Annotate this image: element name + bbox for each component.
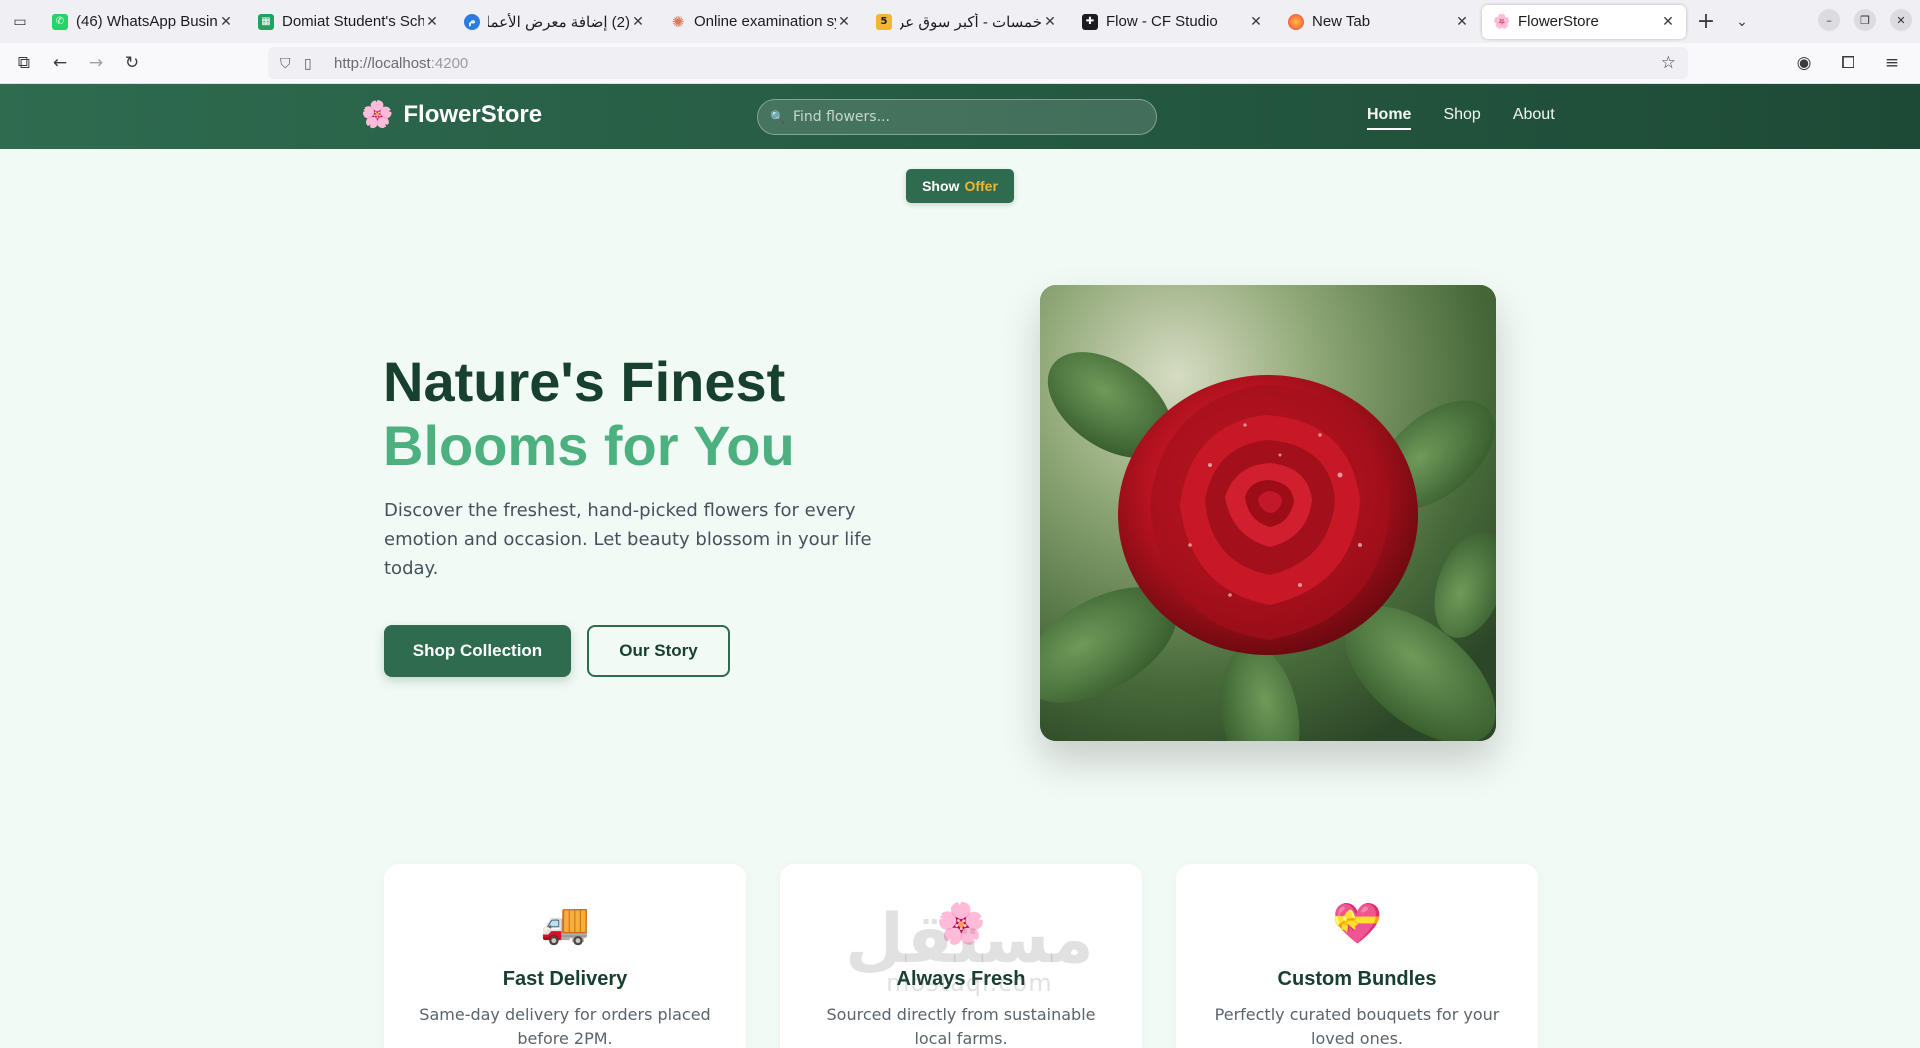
firefox-icon: [1288, 13, 1304, 30]
tab-title: New Tab: [1312, 13, 1371, 30]
url-host: http://localhost: [334, 54, 431, 72]
nav-link-home[interactable]: Home: [1367, 106, 1412, 130]
bookmark-star-icon[interactable]: ☆: [1661, 53, 1676, 73]
search-icon: 🔍: [770, 110, 785, 124]
browser-tab[interactable]: م (2) إضافة معرض الأعمال ✕: [452, 5, 656, 39]
offer-accent-label: Offer: [964, 178, 998, 194]
flower-icon: 🌸: [1493, 13, 1511, 30]
extensions-icon[interactable]: ⧠: [1830, 47, 1866, 79]
feature-description: Perfectly curated bouquets for your love…: [1214, 1005, 1500, 1048]
offer-label: Show: [922, 178, 960, 194]
browser-tab[interactable]: New Tab ✕: [1276, 5, 1480, 39]
tab-title: Flow - CF Studio: [1106, 13, 1218, 30]
close-tab-icon[interactable]: ✕: [218, 14, 234, 30]
tab-list: ✆ (46) WhatsApp Busine ✕ ▦ Domiat Studen…: [40, 0, 1688, 43]
shop-collection-button[interactable]: Shop Collection: [384, 625, 571, 677]
account-icon[interactable]: ◉: [1786, 47, 1822, 79]
rose-illustration: [1040, 285, 1496, 741]
hero-title: Nature's Finest Blooms for You: [383, 350, 795, 478]
minimize-icon[interactable]: –: [1818, 9, 1840, 31]
brand-logo-link[interactable]: 🌸 FlowerStore: [361, 100, 542, 130]
toolbar-right: ◉ ⧠ ≡: [1786, 47, 1910, 79]
hero-title-line2: Blooms for You: [383, 414, 795, 477]
chevron-down-icon[interactable]: ⌄: [1724, 14, 1760, 30]
our-story-button[interactable]: Our Story: [587, 625, 730, 677]
close-tab-icon[interactable]: ✕: [1454, 14, 1470, 30]
window-controls: – ❐ ✕: [1818, 9, 1912, 31]
flower-logo-icon: 🌸: [361, 100, 394, 130]
feature-card: 🌸 Always Fresh Sourced directly from sus…: [780, 864, 1142, 1048]
flower-icon: 🌸: [936, 901, 986, 947]
close-window-icon[interactable]: ✕: [1890, 9, 1912, 31]
browser-tab[interactable]: ✚ Flow - CF Studio ✕: [1070, 5, 1274, 39]
delivery-truck-icon: 🚚: [540, 901, 590, 947]
feature-description: Sourced directly from sustainable local …: [826, 1005, 1096, 1048]
address-bar[interactable]: ⛉ ▯ http://localhost:4200 ☆: [268, 47, 1688, 79]
features-section: 🚚 Fast Delivery Same-day delivery for or…: [384, 864, 1538, 1048]
feature-card: 🚚 Fast Delivery Same-day delivery for or…: [384, 864, 746, 1048]
claude-icon: ✺: [671, 12, 685, 31]
reload-icon[interactable]: ↻: [114, 47, 150, 79]
url-port: :4200: [430, 54, 469, 72]
tab-title: Domiat Student's Sche: [282, 13, 424, 30]
url-text: http://localhost:4200: [334, 55, 468, 72]
khamsat-icon: 5: [876, 13, 892, 30]
whatsapp-icon: ✆: [52, 13, 68, 30]
close-tab-icon[interactable]: ✕: [1248, 14, 1264, 30]
hero-rose-image: [1040, 285, 1496, 741]
sidebar-icon[interactable]: ⧉: [6, 47, 42, 79]
nav-link-about[interactable]: About: [1513, 106, 1555, 130]
new-tab-icon[interactable]: +: [1688, 9, 1724, 34]
tab-title: Online examination sy: [694, 13, 836, 30]
close-tab-icon[interactable]: ✕: [1042, 14, 1058, 30]
menu-icon[interactable]: ≡: [1874, 47, 1910, 79]
search-box[interactable]: 🔍: [757, 99, 1157, 135]
tab-title: FlowerStore: [1518, 13, 1599, 30]
browser-tab[interactable]: ▦ Domiat Student's Sche ✕: [246, 5, 450, 39]
shield-icon[interactable]: ⛉: [280, 55, 304, 72]
mostaql-icon: م: [464, 13, 480, 30]
show-offer-button[interactable]: Show Offer: [906, 169, 1014, 203]
close-tab-icon[interactable]: ✕: [630, 14, 646, 30]
back-icon[interactable]: ←: [42, 47, 78, 79]
nav-link-shop[interactable]: Shop: [1443, 106, 1480, 130]
restore-icon[interactable]: ❐: [1854, 9, 1876, 31]
main-nav: Home Shop About: [1367, 106, 1555, 130]
page-info-icon[interactable]: ▯: [304, 55, 328, 72]
hero-title-line1: Nature's Finest: [383, 350, 786, 413]
feature-card: 💝 Custom Bundles Perfectly curated bouqu…: [1176, 864, 1538, 1048]
tab-title: (46) WhatsApp Busine: [76, 13, 218, 30]
browser-navbar: ⧉ ← → ↻ ⛉ ▯ http://localhost:4200 ☆ ◉ ⧠ …: [0, 43, 1920, 84]
browser-tab[interactable]: 5 خمسات - أكبر سوق عربي ✕: [864, 5, 1068, 39]
brand-name: FlowerStore: [403, 101, 543, 128]
tab-title: خمسات - أكبر سوق عربي: [900, 13, 1042, 31]
close-tab-icon[interactable]: ✕: [1660, 14, 1676, 30]
browser-tab[interactable]: ✆ (46) WhatsApp Busine ✕: [40, 5, 244, 39]
heart-gift-icon: 💝: [1332, 901, 1382, 947]
browser-tab-strip: ▭ ✆ (46) WhatsApp Busine ✕ ▦ Domiat Stud…: [0, 0, 1920, 43]
hero-description: Discover the freshest, hand-picked flowe…: [384, 500, 872, 579]
cf-studio-icon: ✚: [1082, 13, 1098, 30]
feature-title: Always Fresh: [896, 968, 1026, 990]
browser-tab[interactable]: ✺ Online examination sy ✕: [658, 5, 862, 39]
feature-description: Same-day delivery for orders placed befo…: [419, 1005, 711, 1048]
browser-tab-active[interactable]: 🌸 FlowerStore ✕: [1482, 4, 1686, 39]
feature-title: Custom Bundles: [1277, 968, 1437, 990]
sheets-icon: ▦: [258, 13, 274, 30]
forward-icon[interactable]: →: [78, 47, 114, 79]
feature-title: Fast Delivery: [502, 968, 628, 990]
close-tab-icon[interactable]: ✕: [424, 14, 440, 30]
search-input[interactable]: [792, 109, 1133, 125]
close-tab-icon[interactable]: ✕: [836, 14, 852, 30]
list-all-tabs-icon[interactable]: ▭: [0, 0, 40, 43]
site-header: 🌸 FlowerStore 🔍 Home Shop About: [0, 84, 1920, 149]
tab-title: (2) إضافة معرض الأعمال: [488, 13, 630, 31]
